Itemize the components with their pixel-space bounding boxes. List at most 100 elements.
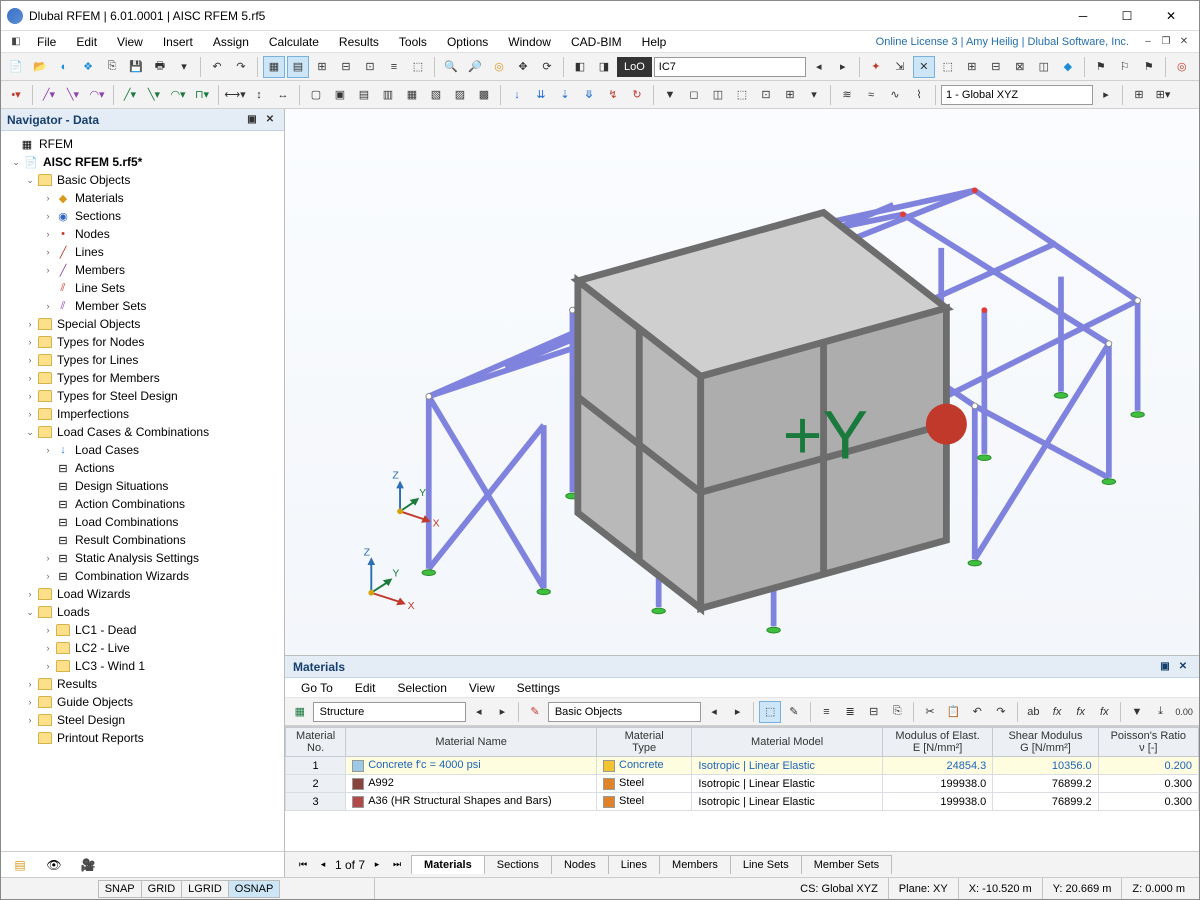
support-3[interactable]: ✕ — [913, 56, 935, 78]
print-button[interactable]: 🖶 — [149, 56, 171, 78]
nav-data-tab-icon[interactable]: ▤ — [7, 855, 33, 875]
menu-insert[interactable]: Insert — [153, 33, 203, 51]
tree-lc1[interactable]: ›LC1 - Dead — [1, 621, 284, 639]
tree-types-steel[interactable]: ›Types for Steel Design — [1, 387, 284, 405]
col-E[interactable]: Modulus of Elast.E [N/mm²] — [882, 728, 992, 757]
surf-6[interactable]: ▧ — [425, 84, 447, 106]
cs-next[interactable]: ▸ — [1095, 84, 1117, 106]
view-layout3[interactable]: ⊡ — [359, 56, 381, 78]
tree-materials[interactable]: ›◆Materials — [1, 189, 284, 207]
node-tool[interactable]: •▾ — [5, 84, 27, 106]
tree-types-members[interactable]: ›Types for Members — [1, 369, 284, 387]
tree-types-lines[interactable]: ›Types for Lines — [1, 351, 284, 369]
pg-next[interactable]: ▸ — [369, 857, 385, 873]
mt-row-add[interactable]: ≡ — [816, 701, 838, 723]
tree-load-wizards[interactable]: ›Load Wizards — [1, 585, 284, 603]
orientation-cube[interactable]: +Y — [285, 117, 1185, 655]
mt-prev2[interactable]: ◂ — [703, 701, 725, 723]
menu-assign[interactable]: Assign — [203, 33, 259, 51]
materials-table[interactable]: MaterialNo. Material Name MaterialType M… — [285, 726, 1199, 851]
table-row[interactable]: 1Concrete f'c = 4000 psiConcreteIsotropi… — [286, 757, 1199, 775]
render-3[interactable]: ∿ — [884, 84, 906, 106]
mdi-close-icon[interactable]: ✕ — [1177, 35, 1191, 49]
mt-cut[interactable]: ✂ — [919, 701, 941, 723]
flag-2[interactable]: ⚐ — [1114, 56, 1136, 78]
open-button[interactable]: 📂 — [29, 56, 51, 78]
mt-fx1[interactable]: fx — [1046, 701, 1068, 723]
load-1[interactable]: ↓ — [506, 84, 528, 106]
lc-prev[interactable]: ◂ — [808, 56, 830, 78]
member-tool-4[interactable]: ⊓▾ — [191, 84, 213, 106]
tab-linesets[interactable]: Line Sets — [730, 855, 802, 874]
tree-loadcases[interactable]: ›↓Load Cases — [1, 441, 284, 459]
member-tool-1[interactable]: ╱▾ — [119, 84, 141, 106]
mt-paste[interactable]: 📋 — [943, 701, 965, 723]
render-2[interactable]: ≈ — [860, 84, 882, 106]
tree-linesets[interactable]: ⫽Line Sets — [1, 279, 284, 297]
snap-lgrid[interactable]: LGRID — [181, 880, 229, 898]
view-layout1[interactable]: ⊞ — [311, 56, 333, 78]
sel-2[interactable]: ◫ — [707, 84, 729, 106]
sel-1[interactable]: ◻ — [683, 84, 705, 106]
nav-view-tab-icon[interactable]: 👁 — [41, 855, 67, 875]
mt-select-mode[interactable]: ⬚ — [759, 701, 781, 723]
pg-last[interactable]: ⏭ — [389, 857, 405, 873]
tree-model[interactable]: ⌄📄AISC RFEM 5.rf5* — [1, 153, 284, 171]
menu-calculate[interactable]: Calculate — [259, 33, 329, 51]
structure-select[interactable] — [313, 702, 466, 722]
table-row[interactable]: 2A992SteelIsotropic | Linear Elastic1999… — [286, 775, 1199, 793]
tree-lc3[interactable]: ›LC3 - Wind 1 — [1, 657, 284, 675]
mat-menu-selection[interactable]: Selection — [388, 679, 457, 697]
menu-options[interactable]: Options — [437, 33, 498, 51]
tab-materials[interactable]: Materials — [411, 855, 485, 874]
mt-decimals[interactable]: 0.00 — [1173, 701, 1195, 723]
table-row[interactable]: 3A36 (HR Structural Shapes and Bars)Stee… — [286, 793, 1199, 811]
new-button[interactable]: 📄 — [5, 56, 27, 78]
col-no[interactable]: MaterialNo. — [286, 728, 346, 757]
tab-members[interactable]: Members — [659, 855, 731, 874]
mt-find[interactable]: ab — [1023, 701, 1045, 723]
mt-edit-mode[interactable]: ✎ — [783, 701, 805, 723]
col-nu[interactable]: Poisson's Ratioν [-] — [1098, 728, 1198, 757]
dim-3[interactable]: ↔ — [272, 84, 294, 106]
undo-button[interactable]: ↶ — [206, 56, 228, 78]
tree-loads[interactable]: ⌄Loads — [1, 603, 284, 621]
flag-3[interactable]: ⚑ — [1138, 56, 1160, 78]
load-3[interactable]: ⇣ — [554, 84, 576, 106]
tree-actions[interactable]: ⊟Actions — [1, 459, 284, 477]
sel-filter[interactable]: ▼ — [659, 84, 681, 106]
end-2[interactable]: ⊞▾ — [1152, 84, 1174, 106]
basic-objects-select[interactable] — [548, 702, 701, 722]
tree-static-analysis[interactable]: ›⊟Static Analysis Settings — [1, 549, 284, 567]
sel-3[interactable]: ⬚ — [731, 84, 753, 106]
tool-b[interactable]: ⊟ — [985, 56, 1007, 78]
maximize-button[interactable]: ☐ — [1105, 2, 1149, 30]
copy-button[interactable]: ⎘ — [101, 56, 123, 78]
surf-1[interactable]: ▢ — [305, 84, 327, 106]
menu-results[interactable]: Results — [329, 33, 389, 51]
sel-4[interactable]: ⊡ — [755, 84, 777, 106]
member-tool-2[interactable]: ╲▾ — [143, 84, 165, 106]
tool-d[interactable]: ◫ — [1033, 56, 1055, 78]
view-grid2[interactable]: ▤ — [287, 56, 309, 78]
navigator-tree[interactable]: ▦RFEM ⌄📄AISC RFEM 5.rf5* ⌄Basic Objects … — [1, 131, 284, 851]
render-1[interactable]: ≋ — [836, 84, 858, 106]
tree-result-comb[interactable]: ⊟Result Combinations — [1, 531, 284, 549]
redo-button[interactable]: ↷ — [230, 56, 252, 78]
dim-2[interactable]: ↕ — [248, 84, 270, 106]
dim-1[interactable]: ⟷▾ — [224, 84, 246, 106]
tab-nodes[interactable]: Nodes — [551, 855, 609, 874]
menu-edit[interactable]: Edit — [66, 33, 107, 51]
tab-membersets[interactable]: Member Sets — [801, 855, 892, 874]
tab-lines[interactable]: Lines — [608, 855, 660, 874]
mat-menu-edit[interactable]: Edit — [345, 679, 386, 697]
render-4[interactable]: ⌇ — [908, 84, 930, 106]
menu-help[interactable]: Help — [632, 33, 677, 51]
dropdown-1[interactable]: ▾ — [173, 56, 195, 78]
save-button[interactable]: 💾 — [125, 56, 147, 78]
col-name[interactable]: Material Name — [346, 728, 597, 757]
mt-row-del[interactable]: ⊟ — [863, 701, 885, 723]
display-1[interactable]: ◧ — [569, 56, 591, 78]
tree-types-nodes[interactable]: ›Types for Nodes — [1, 333, 284, 351]
col-type[interactable]: MaterialType — [597, 728, 692, 757]
